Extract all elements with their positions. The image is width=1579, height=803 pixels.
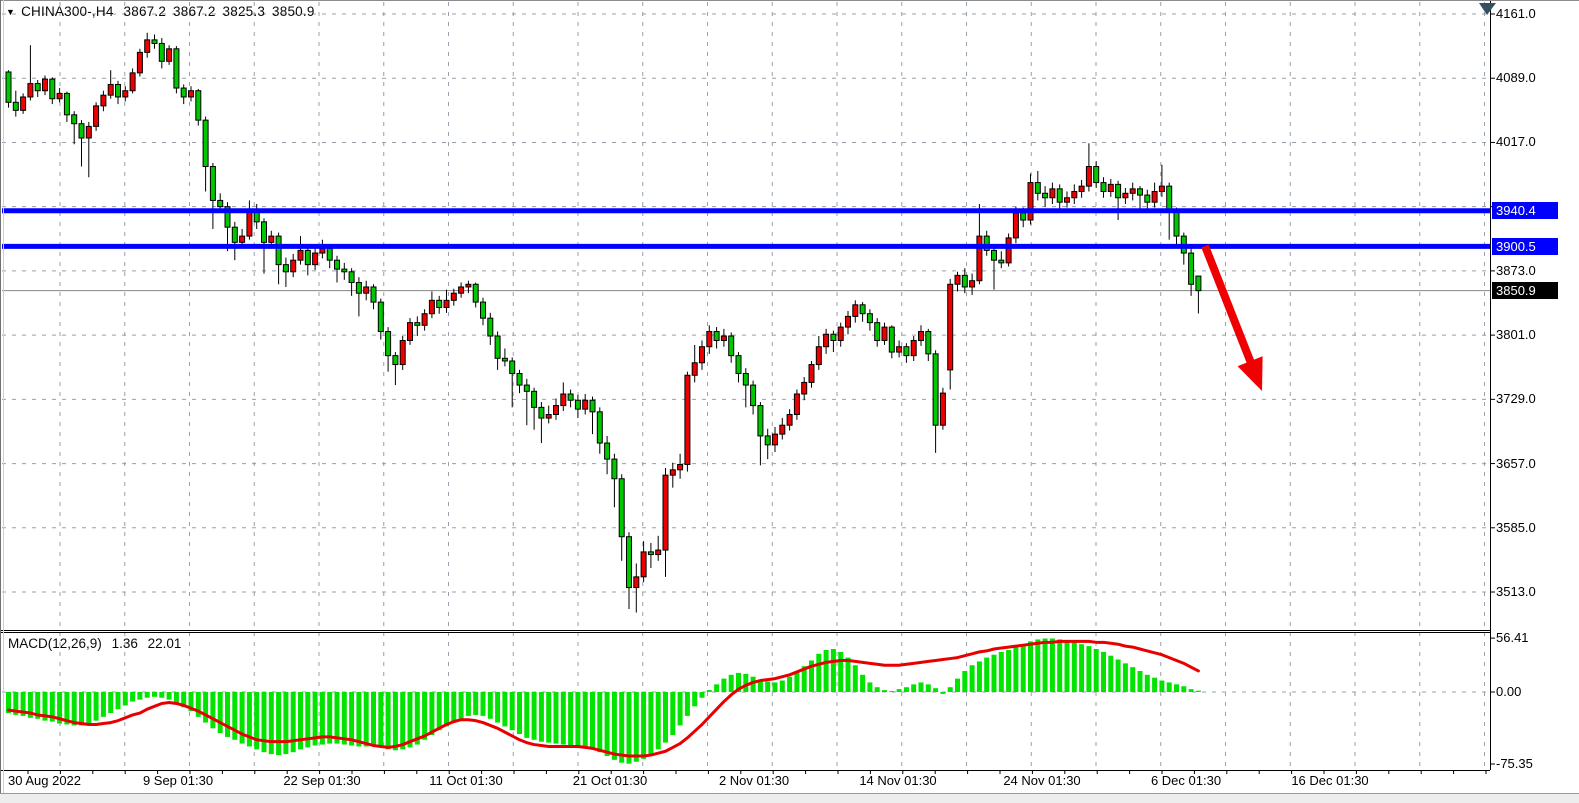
price-axis-label: 3801.0 — [1496, 327, 1536, 343]
price-axis-label: 4017.0 — [1496, 134, 1536, 150]
time-axis-label: 30 Aug 2022 — [8, 773, 81, 788]
time-axis-label: 2 Nov 01:30 — [719, 773, 789, 788]
last-price-tag: 3850.9 — [1492, 282, 1558, 299]
symbol-period-label: CHINA300-,H4 — [21, 4, 113, 19]
macd-name: MACD(12,26,9) — [8, 636, 102, 651]
support-price-tag: 3900.5 — [1492, 238, 1558, 255]
price-axis-label: 3513.0 — [1496, 584, 1536, 600]
chart-title: ▼ CHINA300-,H4 3867.2 3867.2 3825.3 3850… — [6, 4, 322, 19]
macd-axis-label: -75.35 — [1496, 756, 1533, 772]
ohlc-high: 3867.2 — [173, 4, 216, 19]
chart-shift-marker-icon[interactable] — [1479, 3, 1496, 15]
price-axis-label: 3657.0 — [1496, 456, 1536, 472]
macd-indicator-label: MACD(12,26,9) 1.36 22.01 — [8, 636, 187, 651]
price-axis-label: 4089.0 — [1496, 70, 1536, 86]
trading-chart-window: ▼ CHINA300-,H4 3867.2 3867.2 3825.3 3850… — [0, 0, 1579, 803]
time-axis-label: 11 Oct 01:30 — [429, 773, 502, 788]
macd-axis-label: 0.00 — [1496, 684, 1521, 700]
candlesticks — [6, 33, 1201, 613]
time-axis-label: 14 Nov 01:30 — [859, 773, 936, 788]
price-axis-label: 3729.0 — [1496, 391, 1536, 407]
time-axis-label: 6 Dec 01:30 — [1151, 773, 1221, 788]
macd-signal-value: 22.01 — [148, 636, 182, 651]
time-axis-label: 24 Nov 01:30 — [1003, 773, 1080, 788]
window-bottom-edge — [0, 793, 1579, 803]
symbol-dropdown-icon[interactable]: ▼ — [6, 7, 15, 17]
macd-axis-label: 56.41 — [1496, 630, 1529, 646]
price-axis-label: 3585.0 — [1496, 520, 1536, 536]
time-axis-label: 16 Dec 01:30 — [1291, 773, 1368, 788]
time-axis-label: 22 Sep 01:30 — [283, 773, 360, 788]
ohlc-close: 3850.9 — [272, 4, 315, 19]
time-axis-label: 21 Oct 01:30 — [573, 773, 647, 788]
macd-main-value: 1.36 — [112, 636, 138, 651]
macd-signal-line — [9, 641, 1199, 756]
ohlc-open: 3867.2 — [124, 4, 167, 19]
price-axis-label: 4161.0 — [1496, 6, 1536, 22]
chart-canvas — [0, 0, 1579, 803]
trend-arrow[interactable] — [1205, 246, 1263, 391]
resistance-price-tag: 3940.4 — [1492, 202, 1558, 219]
macd-histogram — [6, 638, 1201, 763]
price-axis-label: 3873.0 — [1496, 263, 1536, 279]
time-axis-label: 9 Sep 01:30 — [143, 773, 213, 788]
ohlc-low: 3825.3 — [223, 4, 266, 19]
